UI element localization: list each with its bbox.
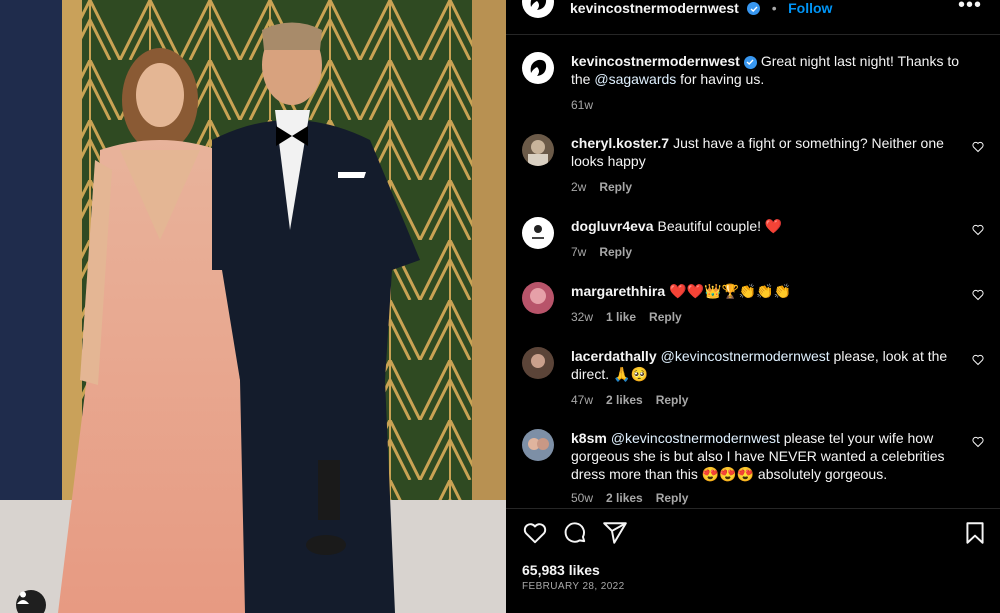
likes-count[interactable]: 65,983 likes <box>522 562 600 578</box>
comment-username[interactable]: margarethhira <box>571 283 665 299</box>
commenter-avatar[interactable] <box>522 282 554 314</box>
more-options-icon[interactable]: ••• <box>958 0 982 17</box>
heart-icon <box>972 224 984 236</box>
comment-icon <box>564 522 586 543</box>
brand-logo-icon <box>530 59 547 76</box>
like-comment-button[interactable] <box>972 353 984 371</box>
comment-username[interactable]: dogluvr4eva <box>571 218 653 234</box>
comment-meta: 7w Reply <box>571 243 961 261</box>
commenter-avatar[interactable] <box>522 134 554 166</box>
bookmark-icon <box>966 522 984 544</box>
comment-likes[interactable]: 2 likes <box>606 491 643 505</box>
comment-username[interactable]: k8sm <box>571 430 607 446</box>
reply-button[interactable]: Reply <box>599 180 632 194</box>
comment-mention[interactable]: @kevincostnermodernwest <box>611 430 780 446</box>
post-photo[interactable] <box>0 0 506 613</box>
comment-button[interactable] <box>562 520 588 551</box>
reply-button[interactable]: Reply <box>656 491 689 505</box>
tagged-users-button[interactable] <box>16 590 46 613</box>
caption-avatar[interactable] <box>522 52 554 84</box>
reply-button[interactable]: Reply <box>599 245 632 259</box>
comment-time: 47w <box>571 393 594 407</box>
comment-likes[interactable]: 2 likes <box>606 393 643 407</box>
author-username[interactable]: kevincostnermodernwest <box>570 0 739 16</box>
heart-icon <box>972 354 984 366</box>
comment-meta: 50w 2 likes Reply <box>571 489 961 507</box>
caption-username[interactable]: kevincostnermodernwest <box>571 53 740 69</box>
heart-icon <box>972 289 984 301</box>
heart-icon <box>972 141 984 153</box>
follow-button[interactable]: Follow <box>788 0 832 16</box>
comment-likes[interactable]: 1 like <box>606 310 636 324</box>
post-side-panel: kevincostnermodernwest • Follow ••• kevi… <box>506 0 1000 613</box>
comment-meta: 47w 2 likes Reply <box>571 391 961 409</box>
comment-time: 2w <box>571 180 587 194</box>
commenter-avatar[interactable] <box>522 347 554 379</box>
caption-meta: 61w <box>571 96 981 114</box>
caption-mention[interactable]: @sagawards <box>594 71 676 87</box>
comment-body: margarethhira ❤️❤️👑🏆👏👏👏 32w 1 like Reply <box>571 282 961 326</box>
caption-text-end: for having us. <box>676 71 765 87</box>
comment-meta: 2w Reply <box>571 178 961 196</box>
header-user: kevincostnermodernwest • Follow <box>570 0 832 18</box>
verified-badge-icon <box>743 55 757 69</box>
like-button[interactable] <box>522 520 548 551</box>
share-icon <box>603 522 627 544</box>
comment-time: 7w <box>571 245 587 259</box>
like-comment-button[interactable] <box>972 435 984 453</box>
brand-logo-icon <box>530 0 547 10</box>
like-comment-button[interactable] <box>972 288 984 306</box>
share-button[interactable] <box>602 520 628 551</box>
comment-time: 32w <box>571 310 594 324</box>
comment-username[interactable]: lacerdathally <box>571 348 657 364</box>
like-comment-button[interactable] <box>972 223 984 241</box>
header-separator: • <box>771 0 777 16</box>
verified-badge-icon <box>747 2 761 16</box>
post-image <box>0 0 506 613</box>
comment-time: 50w <box>571 491 594 505</box>
reply-button[interactable]: Reply <box>656 393 689 407</box>
post-actions <box>522 520 988 548</box>
like-comment-button[interactable] <box>972 140 984 158</box>
comment-mention[interactable]: @kevincostnermodernwest <box>661 348 830 364</box>
post-header: kevincostnermodernwest • Follow ••• <box>506 0 1000 18</box>
heart-icon <box>972 436 984 448</box>
save-button[interactable] <box>962 520 988 551</box>
commenter-avatar[interactable] <box>522 217 554 249</box>
user-tag-icon <box>17 591 29 604</box>
actions-divider <box>506 508 1000 509</box>
caption-time: 61w <box>571 98 594 112</box>
comment-body: cheryl.koster.7 Just have a fight or some… <box>571 134 961 196</box>
comment-text: ❤️❤️👑🏆👏👏👏 <box>669 283 792 299</box>
comment-username[interactable]: cheryl.koster.7 <box>571 135 669 151</box>
comment-meta: 32w 1 like Reply <box>571 308 961 326</box>
comment-body: lacerdathally @kevincostnermodernwest ple… <box>571 347 961 409</box>
comment-body: dogluvr4eva Beautiful couple! ❤️ 7w Reply <box>571 217 961 261</box>
heart-icon <box>523 523 547 544</box>
author-avatar[interactable] <box>522 0 554 18</box>
comment-body: k8sm @kevincostnermodernwest please tel y… <box>571 429 961 507</box>
post-date: FEBRUARY 28, 2022 <box>522 581 625 592</box>
header-divider <box>506 34 1000 35</box>
reply-button[interactable]: Reply <box>649 310 682 324</box>
caption-body: kevincostnermodernwest Great night last n… <box>571 52 981 114</box>
commenter-avatar[interactable] <box>522 429 554 461</box>
comment-text: Beautiful couple! ❤️ <box>657 218 783 234</box>
